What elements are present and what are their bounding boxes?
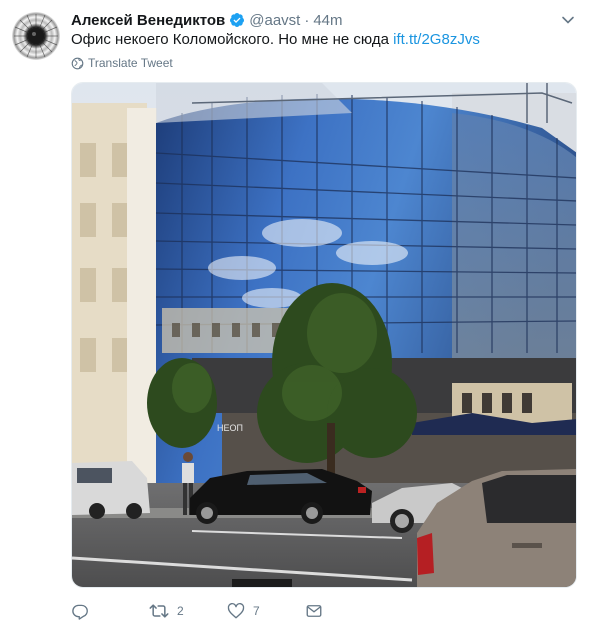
chevron-down-icon[interactable] bbox=[561, 13, 575, 27]
reply-icon bbox=[72, 604, 88, 620]
reply-button[interactable] bbox=[71, 602, 149, 620]
like-button[interactable]: 7 bbox=[227, 602, 305, 620]
retweet-button[interactable]: 2 bbox=[149, 602, 227, 620]
office-building-photo: HEOП bbox=[72, 83, 576, 587]
tweet-link[interactable]: ift.tt/2G8zJvs bbox=[393, 31, 480, 48]
translate-label: Translate Tweet bbox=[88, 56, 173, 70]
direct-message-button[interactable] bbox=[305, 602, 323, 620]
retweet-count: 2 bbox=[177, 604, 184, 618]
building-sign: HEOП bbox=[217, 423, 243, 433]
tweet-actions: 2 7 bbox=[71, 600, 323, 622]
tweet-text: Офис некоего Коломойского. Но мне не сюд… bbox=[71, 30, 480, 50]
author-handle[interactable]: @aavst bbox=[249, 12, 300, 29]
separator-dot: · bbox=[304, 11, 310, 29]
like-count: 7 bbox=[253, 604, 260, 618]
tweet-timestamp[interactable]: 44m bbox=[313, 12, 342, 29]
tweet-header: Алексей Венедиктов @aavst · 44m bbox=[71, 10, 343, 30]
translate-tweet[interactable]: Translate Tweet bbox=[71, 56, 173, 70]
verified-badge-icon bbox=[230, 13, 245, 27]
globe-icon bbox=[71, 57, 84, 69]
tweet-text-main: Офис некоего Коломойского. Но мне не сюд… bbox=[71, 31, 394, 48]
avatar[interactable] bbox=[12, 12, 60, 60]
dm-icon bbox=[306, 605, 322, 617]
retweet-icon bbox=[149, 604, 169, 618]
author-name[interactable]: Алексей Венедиктов bbox=[71, 12, 225, 29]
tweet-photo[interactable]: HEOП bbox=[71, 82, 577, 588]
like-icon bbox=[227, 603, 245, 619]
tweet: Алексей Венедиктов @aavst · 44m Офис нек… bbox=[0, 0, 589, 633]
